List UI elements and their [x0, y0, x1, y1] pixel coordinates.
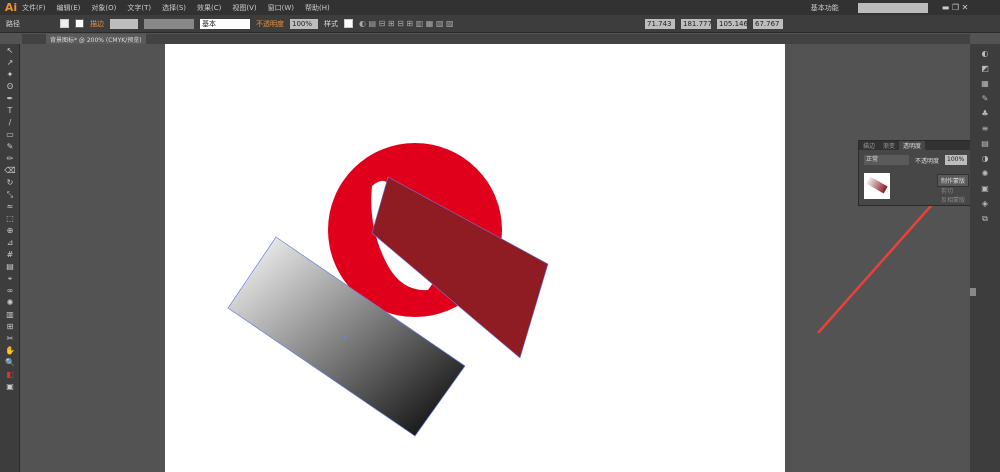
transparency-panel: 描边 渐变 透明度 正常 不透明度 100% 制作蒙版 剪切 反相蒙版 — [858, 140, 976, 206]
red-arrow — [817, 189, 946, 334]
color-icon[interactable]: ◐ — [979, 49, 991, 59]
color-guide-icon[interactable]: ◩ — [979, 64, 991, 74]
tab-gradient[interactable]: 渐变 — [879, 141, 899, 150]
tab-transparency[interactable]: 透明度 — [899, 141, 926, 150]
clip-checkbox[interactable]: 剪切 — [941, 186, 953, 195]
brushes-icon[interactable]: ✎ — [979, 94, 991, 104]
blend-mode-select[interactable]: 正常 — [864, 155, 909, 165]
tab-stroke[interactable]: 描边 — [859, 141, 879, 150]
transparency-icon[interactable]: ◑ — [979, 154, 991, 164]
appearance-icon[interactable]: ✺ — [979, 169, 991, 179]
panel-dock: ◐ ◩ ▦ ✎ ♣ ≡ ▤ ◑ ✺ ▣ ◈ ⧉ — [970, 44, 1000, 472]
invert-mask-checkbox[interactable]: 反相蒙版 — [941, 195, 965, 204]
scrollbar-thumb[interactable] — [970, 288, 976, 296]
stroke-icon[interactable]: ≡ — [979, 124, 991, 134]
graphic-styles-icon[interactable]: ▣ — [979, 184, 991, 194]
symbols-icon[interactable]: ♣ — [979, 109, 991, 119]
mask-thumbnail[interactable] — [864, 173, 890, 199]
panel-opacity-field[interactable]: 100% — [945, 155, 967, 165]
swatches-icon[interactable]: ▦ — [979, 79, 991, 89]
artwork — [227, 143, 946, 437]
gradient-icon[interactable]: ▤ — [979, 139, 991, 149]
layers-icon[interactable]: ◈ — [979, 199, 991, 209]
opacity-label: 不透明度 — [915, 158, 940, 165]
center-point — [343, 335, 347, 339]
artboards-icon[interactable]: ⧉ — [979, 214, 991, 224]
